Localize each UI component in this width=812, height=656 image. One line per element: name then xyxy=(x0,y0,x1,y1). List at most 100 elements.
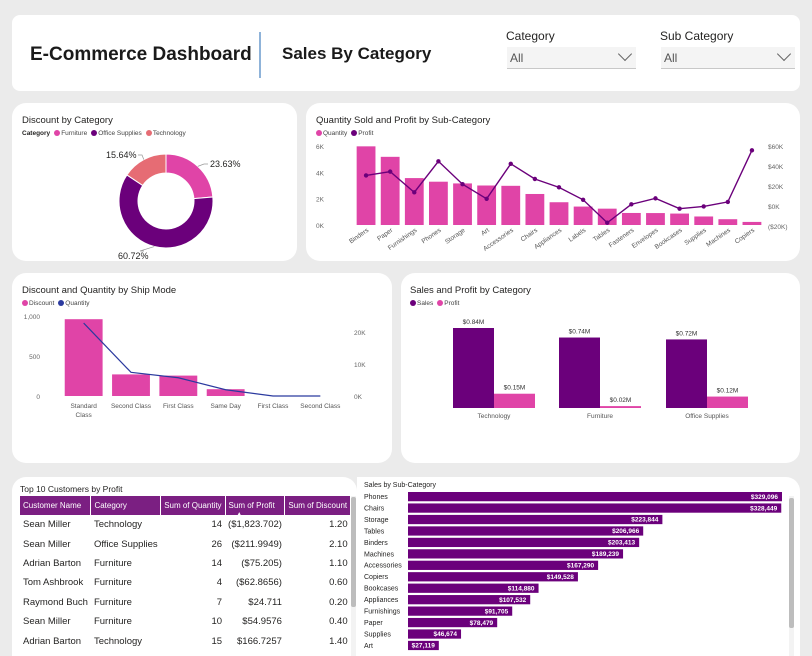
legend-item-technology[interactable]: Technology xyxy=(145,130,186,137)
profit-cell: $24.711 xyxy=(248,596,282,608)
table-row[interactable]: Adrian Barton Furniture 14 ($75.205) 1.10 xyxy=(20,554,351,573)
ship-mode-combo-chart[interactable]: 1,000 500 0 20K 10K 0K Standard Class Second Cla… xyxy=(12,306,392,426)
y-axis-tick-label: Furnishings xyxy=(364,609,401,616)
legend-item-office-supplies[interactable]: Office Supplies xyxy=(91,130,142,137)
leader-line xyxy=(197,163,208,167)
legend-item-quantity[interactable]: Quantity xyxy=(316,130,347,137)
qty-profit-combo-chart[interactable]: 6K 4K 2K 0K $60K $40K $20K $0K ($20K) Binders Pape… xyxy=(306,138,800,258)
legend-dot-icon xyxy=(91,130,98,137)
profit-point xyxy=(629,202,634,207)
x-axis-tick-label: Machines xyxy=(705,226,732,248)
y-axis-tick-label: Copiers xyxy=(364,574,389,581)
profit-point xyxy=(701,204,706,209)
customer-name-cell: Tom Ashbrook xyxy=(23,577,84,589)
x-axis-tick-label: First Class xyxy=(258,403,289,410)
subcategory-slicer-dropdown[interactable]: All xyxy=(661,46,795,69)
table-scrollbar-thumb[interactable] xyxy=(351,497,356,607)
customer-name-cell: Adrian Barton xyxy=(23,635,82,647)
legend-item-furniture[interactable]: Furniture xyxy=(54,130,87,137)
y2-axis-tick-label: $60K xyxy=(768,144,784,151)
chart-title: Sales by Sub-Category xyxy=(364,482,436,489)
quantity-bar xyxy=(477,185,497,225)
chart-title: Discount by Category xyxy=(22,115,113,126)
column-header-sum-of-profit[interactable]: Sum of Profit ▲ xyxy=(225,496,286,517)
y-axis-tick-label: Paper xyxy=(364,620,383,627)
column-header-sum-of-quantity[interactable]: Sum of Quantity xyxy=(160,496,226,515)
y2-axis-tick-label: $0K xyxy=(768,204,780,211)
legend-dot-icon xyxy=(351,130,358,137)
y2-axis-tick-label: $20K xyxy=(768,184,784,191)
y2-axis-tick-label: 10K xyxy=(354,362,366,369)
y-axis-tick-label: 6K xyxy=(316,144,325,151)
customer-name-cell: Sean Miller xyxy=(23,519,71,531)
subcategory-slicer-label: Sub Category xyxy=(660,29,734,43)
quantity-cell: 10 xyxy=(211,616,223,628)
profit-point xyxy=(460,182,465,187)
data-label: $189,239 xyxy=(592,551,619,558)
y-axis-tick-label: Chairs xyxy=(364,505,385,512)
quantity-bar xyxy=(453,183,472,225)
x-axis-tick-label: Tables xyxy=(592,226,612,243)
data-label: $0.02M xyxy=(610,397,632,404)
quantity-bar xyxy=(549,202,569,225)
x-axis-tick-label: Chairs xyxy=(520,226,540,243)
sales-bar xyxy=(408,549,624,559)
chart-title: Sales and Profit by Category xyxy=(410,285,531,296)
discount-bar xyxy=(159,375,198,396)
column-header-category[interactable]: Category xyxy=(90,496,162,515)
profit-point xyxy=(725,199,731,205)
dashboard-title: E-Commerce Dashboard xyxy=(30,44,252,65)
data-label: $0.72M xyxy=(676,330,698,337)
data-label: $0.15M xyxy=(504,385,526,392)
table-row[interactable]: Tom Ashbrook Furniture 4 ($62.8656) 0.60 xyxy=(20,573,351,592)
qty-profit-legend: Quantity Profit xyxy=(316,130,373,137)
profit-point xyxy=(436,159,441,164)
y2-axis-tick-label: ($20K) xyxy=(768,224,788,231)
sales-bar xyxy=(408,503,782,513)
header-divider xyxy=(259,32,261,78)
quantity-bar xyxy=(621,212,641,225)
quantity-bar xyxy=(718,219,738,225)
discount-cell: 0.40 xyxy=(329,616,348,628)
x-axis-tick-label: Storage xyxy=(444,227,467,246)
sales-subcategory-bar-chart[interactable]: Phones $329,096 Chairs $328,449 Storage $223,… xyxy=(357,490,793,656)
discount-bar xyxy=(64,319,103,396)
table-row[interactable]: Sean Miller Office Supplies 26 ($211.9949) 2… xyxy=(20,534,351,553)
y-axis-tick-label: Binders xyxy=(364,540,388,547)
legend-item-sales[interactable]: Sales xyxy=(410,300,433,307)
legend-item-profit[interactable]: Profit xyxy=(437,300,459,307)
table-row[interactable]: Sean Miller Technology 14 ($1,823.702) 1.20 xyxy=(20,515,351,534)
profit-point xyxy=(556,185,562,190)
profit-cell: $54.9576 xyxy=(242,616,282,628)
profit-point xyxy=(605,220,610,225)
sales-bar xyxy=(453,328,494,408)
profit-point xyxy=(653,196,658,201)
column-header-customer-name[interactable]: Customer Name xyxy=(20,496,92,515)
legend-dot-icon xyxy=(54,130,61,137)
chart-scrollbar-thumb[interactable] xyxy=(789,498,794,628)
y2-axis-tick-label: 0K xyxy=(354,394,363,401)
y-axis-tick-label: Phones xyxy=(364,494,388,501)
chevron-down-icon[interactable] xyxy=(617,46,633,62)
profit-point xyxy=(749,148,755,153)
discount-donut-chart[interactable]: 23.63% 60.72% 15.64% xyxy=(100,145,270,260)
table-row[interactable]: Sean Miller Furniture 10 $54.9576 0.40 xyxy=(20,612,351,631)
donut-slice-furniture[interactable] xyxy=(165,153,214,200)
column-header-sum-of-discount[interactable]: Sum of Discount xyxy=(284,496,352,515)
legend-item-profit[interactable]: Profit xyxy=(351,130,373,137)
table-row[interactable]: Adrian Barton Technology 15 $166.7257 1.40 xyxy=(20,631,351,650)
quantity-bar xyxy=(742,221,762,225)
top-customers-table[interactable]: Customer Name Category Sum of Quantity S… xyxy=(20,496,352,651)
table-row[interactable]: Raymond Buch Furniture 7 $24.711 0.20 xyxy=(20,593,351,612)
data-label: $203,413 xyxy=(608,540,635,547)
y-axis-tick-label: Tables xyxy=(364,528,385,535)
data-label: $91,705 xyxy=(485,608,509,615)
sales-profit-bar-chart[interactable]: $0.84M $0.15M Technology $0.74M $0.02M Furnit… xyxy=(401,310,800,425)
y-axis-tick-label: 2K xyxy=(316,197,325,204)
quantity-bar xyxy=(525,193,545,225)
chevron-down-icon[interactable] xyxy=(776,46,792,62)
customer-name-cell: Sean Miller xyxy=(23,616,71,628)
donut-legend: Category Furniture Office Supplies Techn… xyxy=(22,130,186,137)
category-slicer-dropdown[interactable]: All xyxy=(507,46,636,69)
page-subtitle: Sales By Category xyxy=(282,44,432,63)
